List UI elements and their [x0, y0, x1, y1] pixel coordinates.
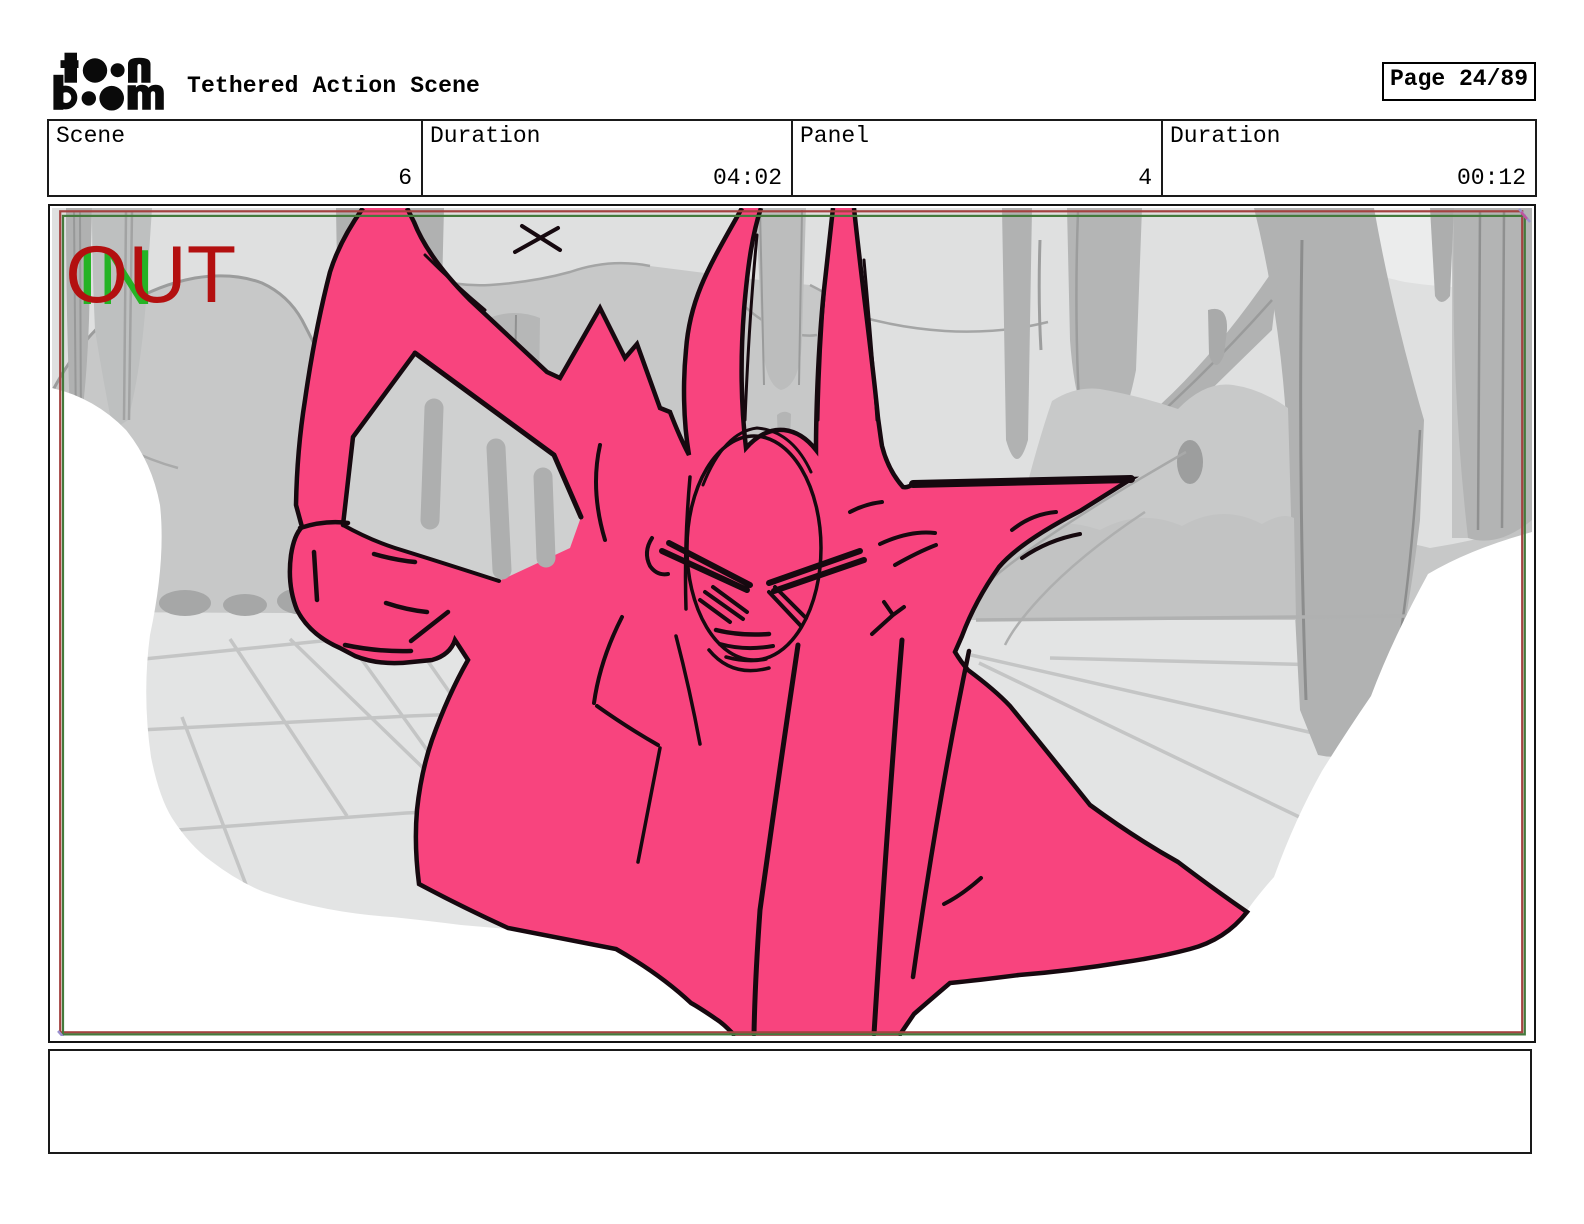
- svg-text:OUT: OUT: [65, 230, 236, 320]
